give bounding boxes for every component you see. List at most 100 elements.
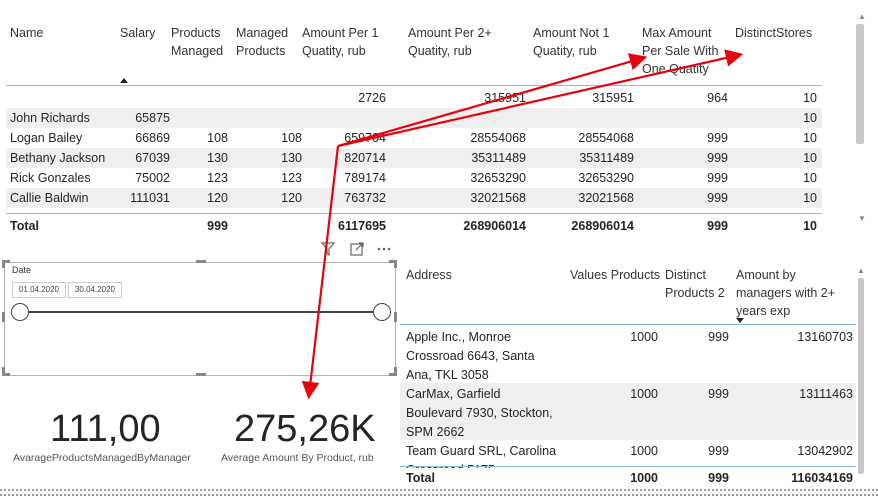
cell-pm: 123 (207, 171, 228, 185)
resize-handle[interactable] (196, 373, 206, 376)
header-amount-not-1[interactable]: Amount Not 1 Quatity, rub (533, 24, 609, 60)
sort-descending-icon (736, 318, 744, 323)
table-row[interactable]: Bethany Jackson 67039 130 130 820714 35311489… (6, 148, 822, 168)
scroll-down-icon[interactable]: ▼ (858, 214, 866, 223)
header-address[interactable]: Address (406, 266, 452, 284)
cell-an1: 35311489 (579, 151, 634, 165)
header-distinct-products[interactable]: Distinct Products 2 (665, 266, 725, 302)
cell-ds: 10 (803, 91, 817, 105)
cell-max: 999 (707, 171, 728, 185)
page-bottom-border-2 (0, 494, 878, 496)
slider-track (21, 311, 383, 313)
total-row: Total 999 6117695 268906014 268906014 99… (6, 216, 822, 236)
list-item[interactable]: Apple Inc., Monroe Crossroad 6643, Santa A… (400, 326, 856, 383)
cell-mp: 108 (281, 131, 302, 145)
header-amount-by-managers[interactable]: Amount by managers with 2+ years exp (736, 266, 835, 320)
cell-a1: 2726 (358, 91, 386, 105)
resize-handle[interactable] (394, 367, 397, 375)
card-avg-products-label: AvarageProductsManagedByManager (13, 452, 191, 464)
table-row[interactable]: Rick Gonzales 75002 123 123 789174 32653290 32… (6, 168, 822, 188)
header-values-products[interactable]: Values Products (570, 266, 660, 284)
address-line: Crossroad 6643, Santa (406, 349, 535, 363)
table-row[interactable]: Logan Bailey 66869 108 108 659704 28554068 285… (6, 128, 822, 148)
total-label: Total (10, 219, 39, 233)
cell-ds: 10 (803, 191, 817, 205)
page-bottom-border (0, 489, 878, 491)
cell-name: Bethany Jackson (10, 151, 106, 165)
slider-start-handle[interactable] (11, 303, 29, 321)
resize-handle[interactable] (196, 260, 206, 263)
cell-salary: 67039 (135, 151, 170, 165)
list-item[interactable]: CarMax, Garfield Boulevard 7930, Stockton… (400, 383, 856, 440)
date-slicer[interactable]: Date 01.04.2020 30.04.2020 (4, 262, 396, 376)
t2-scroll-up-icon[interactable]: ▲ (857, 266, 865, 275)
list-item[interactable]: Team Guard SRL, CarolinaCrossroad 5175, 1… (400, 440, 856, 468)
header-name[interactable]: Name (10, 24, 43, 42)
cell-am: 13160703 (797, 330, 853, 344)
cell-max: 964 (707, 91, 728, 105)
sort-ascending-icon (120, 78, 128, 83)
cell-salary: 65875 (135, 111, 170, 125)
cell-an1: 32021568 (578, 191, 634, 205)
card-avg-products-value: 111,00 (50, 408, 161, 450)
header-amount-per-2[interactable]: Amount Per 2+ Quatity, rub (408, 24, 492, 60)
table-row[interactable]: John Richards 65875 10 (6, 108, 822, 128)
cell-am: 13042902 (797, 444, 853, 458)
address-line: CarMax, Garfield (406, 387, 501, 401)
cell-pm: 108 (207, 131, 228, 145)
cell-address: Team Guard SRL, CarolinaCrossroad 5175, (406, 442, 566, 468)
resize-handle[interactable] (2, 367, 5, 375)
header-salary[interactable]: Salary (120, 24, 155, 42)
cell-mp: 120 (281, 191, 302, 205)
table2-scrollbar[interactable] (858, 278, 864, 474)
cell-vp: 1000 (630, 444, 658, 458)
cell-mp: 123 (281, 171, 302, 185)
cell-salary: 111031 (130, 191, 170, 205)
header-max-amount[interactable]: Max Amount Per Sale With One Quatity (642, 24, 718, 78)
t2-header-divider (400, 324, 856, 325)
t2-total-values-products: 1000 (630, 471, 658, 485)
cell-pm: 120 (207, 191, 228, 205)
end-date-input[interactable]: 30.04.2020 (68, 282, 122, 298)
cell-max: 999 (707, 151, 728, 165)
header-amount-per-1[interactable]: Amount Per 1 Quatity, rub (302, 24, 378, 60)
cell-a1: 763732 (344, 191, 386, 205)
visual-toolbar (320, 242, 391, 257)
cell-a2: 315951 (484, 91, 526, 105)
address-line: Boulevard 7930, Stockton, (406, 406, 553, 420)
header-managed-products[interactable]: Managed Products (236, 24, 288, 60)
table-row[interactable]: 2726 315951 315951 964 10 (6, 88, 822, 108)
slider-end-handle[interactable] (373, 303, 391, 321)
cell-name: Logan Bailey (10, 131, 83, 145)
focus-mode-icon[interactable] (350, 242, 364, 256)
cell-am: 13111463 (799, 387, 853, 401)
table1-scrollbar[interactable] (856, 24, 864, 144)
cell-max: 999 (707, 191, 728, 205)
t2-total-divider (400, 466, 856, 467)
total-products-managed: 999 (207, 219, 228, 233)
header-distinct-stores[interactable]: DistinctStores (735, 24, 812, 42)
resize-handle[interactable] (2, 312, 5, 322)
header-products-managed[interactable]: Products Managed (171, 24, 223, 60)
total-divider (6, 213, 822, 214)
address-line: Team Guard SRL, Carolina (406, 444, 557, 458)
cell-name: Callie Baldwin (10, 191, 89, 205)
cell-address: CarMax, Garfield Boulevard 7930, Stockton… (406, 385, 566, 440)
total-amount-not-1: 268906014 (571, 219, 634, 233)
more-options-icon[interactable] (377, 247, 391, 251)
cell-max: 999 (707, 131, 728, 145)
cell-ds: 10 (803, 171, 817, 185)
resize-handle[interactable] (394, 312, 397, 322)
t2-total-label: Total (406, 471, 435, 485)
cell-address: Apple Inc., Monroe Crossroad 6643, Santa A… (406, 328, 566, 383)
scroll-up-icon[interactable]: ▲ (858, 12, 866, 21)
start-date-input[interactable]: 01.04.2020 (12, 282, 66, 298)
cell-an1: 315951 (592, 91, 634, 105)
resize-handle[interactable] (2, 260, 5, 268)
filter-icon[interactable] (320, 242, 336, 257)
address-line: Apple Inc., Monroe (406, 330, 511, 344)
table-row[interactable]: Callie Baldwin 111031 120 120 763732 32021568… (6, 188, 822, 208)
cell-a1: 789174 (344, 171, 386, 185)
resize-handle[interactable] (394, 260, 397, 268)
header-divider (6, 85, 822, 86)
